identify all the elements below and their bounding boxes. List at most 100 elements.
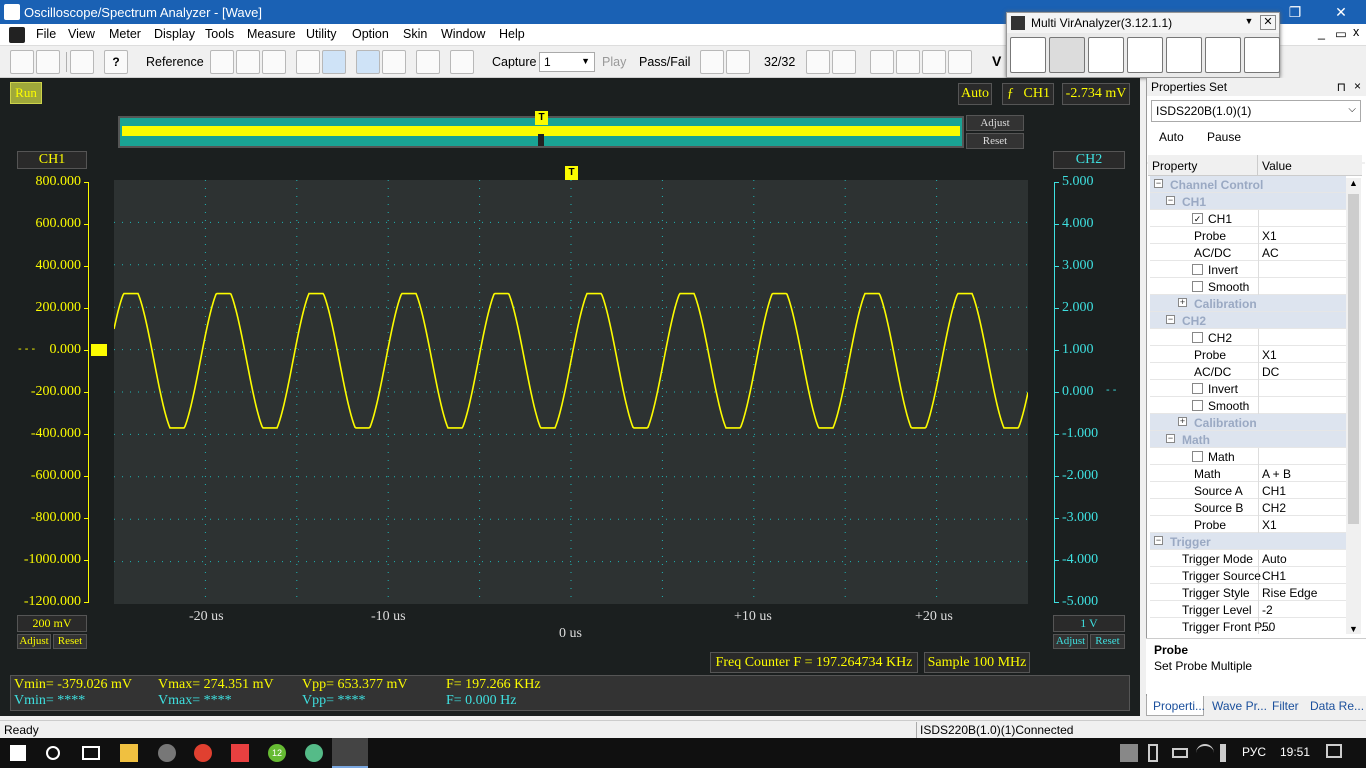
volume-icon[interactable] [1220, 744, 1230, 762]
pin-icon[interactable]: ⊓ [1337, 80, 1346, 94]
dropdown-icon[interactable]: ▼ [1241, 15, 1257, 30]
property-row[interactable]: CH2 [1150, 329, 1346, 346]
recorder-mode-icon[interactable] [1088, 37, 1124, 73]
play-button[interactable]: Play [602, 55, 626, 69]
prev-frame-icon[interactable] [726, 50, 750, 74]
layout-vertical-icon[interactable] [896, 50, 920, 74]
open-icon[interactable] [10, 50, 34, 74]
collapse-icon[interactable]: − [1154, 179, 1163, 188]
checkbox[interactable] [1192, 264, 1203, 275]
task-view-icon[interactable] [82, 746, 100, 760]
menu-help[interactable]: Help [499, 27, 525, 41]
property-row[interactable]: Smooth [1150, 278, 1346, 295]
property-category[interactable]: + Calibration [1150, 414, 1346, 431]
property-row[interactable]: Invert [1150, 380, 1346, 397]
tab-data-record[interactable]: Data Re... [1310, 699, 1364, 713]
app-taskbar-icon[interactable] [231, 744, 249, 762]
logic-mode-icon[interactable] [1127, 37, 1163, 73]
property-value[interactable]: AC [1262, 246, 1279, 260]
doc-icon[interactable] [9, 27, 25, 43]
brush-icon[interactable] [296, 50, 320, 74]
property-row[interactable]: Invert [1150, 261, 1346, 278]
notes-badge-icon[interactable]: 12 [268, 744, 286, 762]
collapse-icon[interactable]: − [1166, 196, 1175, 205]
property-value[interactable]: 50 [1262, 620, 1275, 634]
property-row[interactable]: Math A + B [1150, 465, 1346, 482]
property-value[interactable]: Rise Edge [1262, 586, 1317, 600]
hammer-icon[interactable] [70, 50, 94, 74]
menu-utility[interactable]: Utility [306, 27, 337, 41]
property-row[interactable]: Probe X1 [1150, 516, 1346, 533]
ch1-offset-marker[interactable] [91, 344, 107, 356]
property-row[interactable]: Trigger Style Rise Edge [1150, 584, 1346, 601]
property-row[interactable]: AC/DC DC [1150, 363, 1346, 380]
analyzer-mode-icon[interactable] [1205, 37, 1241, 73]
checkbox[interactable] [1192, 281, 1203, 292]
checkbox[interactable] [1192, 400, 1203, 411]
property-category[interactable]: − Channel Control [1150, 176, 1346, 193]
menu-meter[interactable]: Meter [109, 27, 141, 41]
property-value[interactable]: DC [1262, 365, 1279, 379]
close-button[interactable]: ✕ [1318, 0, 1364, 24]
last-frame-icon[interactable] [832, 50, 856, 74]
line-draw-icon[interactable] [356, 50, 380, 74]
app-taskbar-icon[interactable] [305, 744, 323, 762]
passfail-button[interactable]: Pass/Fail [639, 55, 690, 69]
menu-tools[interactable]: Tools [205, 27, 234, 41]
ch2-scale-display[interactable]: 1 V [1053, 615, 1125, 632]
next-frame-icon[interactable] [806, 50, 830, 74]
property-row[interactable]: AC/DC AC [1150, 244, 1346, 261]
scrollbar-thumb[interactable] [1348, 194, 1359, 524]
persistence-icon[interactable] [210, 50, 234, 74]
menu-display[interactable]: Display [154, 27, 195, 41]
spectrum-mode-icon[interactable] [1049, 37, 1085, 73]
property-value[interactable]: CH2 [1262, 501, 1286, 515]
property-row[interactable]: Math [1150, 448, 1346, 465]
grid-settings-icon[interactable] [262, 50, 286, 74]
file-explorer-icon[interactable] [120, 744, 138, 762]
ch2-adjust-button[interactable]: Adjust [1053, 634, 1088, 649]
close-icon[interactable]: ✕ [1260, 15, 1276, 30]
clock[interactable]: 19:51 [1280, 745, 1310, 759]
help-icon[interactable]: ? [104, 50, 128, 74]
property-value[interactable]: CH1 [1262, 484, 1286, 498]
capture-input[interactable]: 1 ▼ [539, 52, 595, 72]
battery-icon[interactable] [1172, 748, 1188, 758]
property-value[interactable]: Auto [1262, 552, 1287, 566]
trigger-level-display[interactable]: -2.734 mV [1062, 83, 1130, 105]
first-frame-icon[interactable] [700, 50, 724, 74]
color-icon[interactable] [416, 50, 440, 74]
property-value[interactable]: -2 [1262, 603, 1273, 617]
value-column-header[interactable]: Value [1262, 159, 1292, 173]
property-category[interactable]: + Calibration [1150, 295, 1346, 312]
inner-close-button[interactable]: x [1353, 25, 1359, 39]
overview-trigger-marker[interactable]: T [535, 111, 548, 125]
property-value[interactable]: X1 [1262, 229, 1277, 243]
property-row[interactable]: Source B CH2 [1150, 499, 1346, 516]
property-row[interactable]: Trigger Source CH1 [1150, 567, 1346, 584]
ch1-scale-display[interactable]: 200 mV [17, 615, 87, 632]
property-row[interactable]: ProbeX1▼ [1150, 227, 1346, 244]
collapse-icon[interactable]: − [1166, 434, 1175, 443]
close-icon[interactable]: × [1354, 79, 1361, 93]
waveform-plot[interactable] [113, 180, 1029, 604]
inner-restore-button[interactable]: ▭ [1335, 26, 1347, 41]
zoom-icon[interactable] [322, 50, 346, 74]
property-category[interactable]: − Math [1150, 431, 1346, 448]
property-value[interactable]: CH1 [1262, 569, 1286, 583]
notification-icon[interactable] [1326, 744, 1342, 758]
expand-icon[interactable]: + [1178, 298, 1187, 307]
device-select[interactable]: ISDS220B(1.0)(1) ⌵ [1151, 100, 1361, 122]
checkbox[interactable] [1192, 451, 1203, 462]
menu-file[interactable]: File [36, 27, 56, 41]
ch1-label[interactable]: CH1 [17, 151, 87, 169]
property-row[interactable]: Trigger Front P... 50 [1150, 618, 1346, 634]
property-column-header[interactable]: Property [1152, 159, 1197, 173]
print-icon[interactable] [450, 50, 474, 74]
collapse-icon[interactable]: − [1166, 315, 1175, 324]
trigger-mode-display[interactable]: Auto [958, 83, 992, 105]
layout-horizontal-icon[interactable] [922, 50, 946, 74]
input-language[interactable]: РУС [1242, 745, 1266, 759]
reference-button[interactable]: Reference [146, 55, 204, 69]
property-value[interactable]: A + B [1262, 467, 1291, 481]
